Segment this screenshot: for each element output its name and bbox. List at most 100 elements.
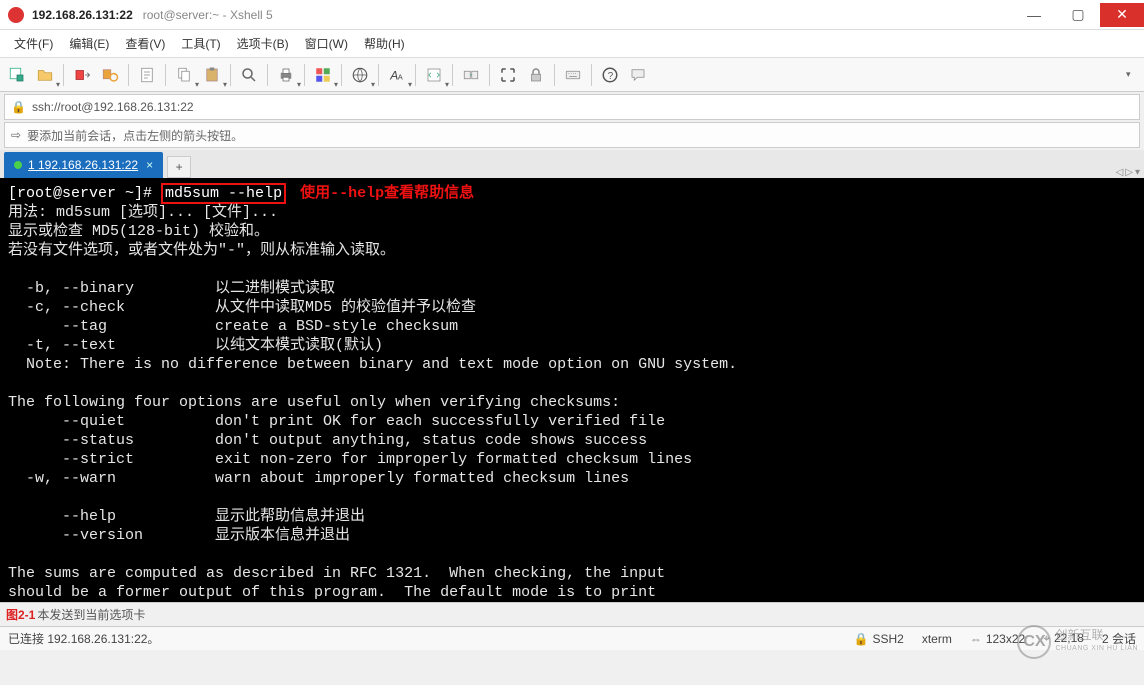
status-term: xterm: [922, 632, 952, 646]
term-line: -w, --warn warn about improperly formatt…: [8, 470, 629, 487]
toolbar: AA ? ▾: [0, 58, 1144, 92]
term-line: Note: There is no difference between bin…: [8, 356, 737, 373]
term-line: 显示或检查 MD5(128-bit) 校验和。: [8, 223, 269, 240]
address-text: ssh://root@192.168.26.131:22: [32, 100, 194, 114]
term-line: The sums are computed as described in RF…: [8, 565, 665, 582]
toolbar-separator: [554, 64, 555, 86]
toolbar-separator: [341, 64, 342, 86]
term-line: -t, --text 以纯文本模式读取(默认): [8, 337, 383, 354]
minimize-button[interactable]: —: [1012, 3, 1056, 27]
compose-bar[interactable]: 图2-1本发送到当前选项卡: [0, 602, 1144, 626]
session-tab[interactable]: 1 192.168.26.131:22 ×: [4, 152, 163, 178]
tab-next-icon[interactable]: ▷: [1125, 167, 1133, 178]
window-controls: — ▢ ✕: [1012, 3, 1144, 27]
toolbar-separator: [165, 64, 166, 86]
reconnect-icon[interactable]: [97, 62, 123, 88]
term-line: The following four options are useful on…: [8, 394, 620, 411]
toolbar-separator: [128, 64, 129, 86]
menu-edit[interactable]: 编辑(E): [61, 31, 117, 56]
title-bar: 192.168.26.131:22 root@server:~ - Xshell…: [0, 0, 1144, 30]
add-session-arrow-icon[interactable]: ⇨: [11, 128, 21, 142]
tab-list-icon[interactable]: ▾: [1135, 167, 1140, 178]
chat-icon[interactable]: [625, 62, 651, 88]
term-line: --version 显示版本信息并退出: [8, 527, 350, 544]
transfer-icon[interactable]: [458, 62, 484, 88]
command-highlight: md5sum --help: [161, 183, 286, 204]
toolbar-separator: [591, 64, 592, 86]
ssh-icon: 🔒: [854, 632, 869, 646]
script-icon[interactable]: [421, 62, 447, 88]
toolbar-separator: [267, 64, 268, 86]
menu-tools[interactable]: 工具(T): [173, 31, 228, 56]
toolbar-separator: [415, 64, 416, 86]
app-icon: [8, 7, 24, 23]
term-line: --strict exit non-zero for improperly fo…: [8, 451, 692, 468]
menu-help[interactable]: 帮助(H): [356, 31, 413, 56]
print-icon[interactable]: [273, 62, 299, 88]
menu-window[interactable]: 窗口(W): [297, 31, 356, 56]
watermark-logo-icon: CX: [1017, 625, 1051, 659]
color-scheme-icon[interactable]: [310, 62, 336, 88]
toolbar-separator: [378, 64, 379, 86]
term-line: 若没有文件选项，或者文件处为"-"，则从标准输入读取。: [8, 242, 395, 259]
compose-placeholder: 本发送到当前选项卡: [37, 606, 145, 623]
menu-tab[interactable]: 选项卡(B): [229, 31, 297, 56]
find-icon[interactable]: [236, 62, 262, 88]
open-session-icon[interactable]: [32, 62, 58, 88]
term-line: --status don't output anything, status c…: [8, 432, 647, 449]
status-connection: 已连接 192.168.26.131:22。: [8, 630, 159, 647]
tab-nav: ◁ ▷ ▾: [1116, 167, 1140, 178]
svg-text:?: ?: [608, 70, 614, 81]
info-bar: ⇨ 要添加当前会话，点击左侧的箭头按钮。: [4, 122, 1140, 148]
svg-text:A: A: [389, 68, 398, 82]
terminal[interactable]: [root@server ~]# md5sum --help 使用--help查看…: [0, 178, 1144, 602]
figure-label: 图2-1: [6, 606, 35, 623]
term-line: -c, --check 从文件中读取MD5 的校验值并予以检查: [8, 299, 476, 316]
toolbar-expand[interactable]: ▾: [1126, 69, 1140, 80]
watermark: CX 创新互联 CHUANG XIN HU LIAN: [1017, 625, 1138, 659]
paste-icon[interactable]: [199, 62, 225, 88]
menu-file[interactable]: 文件(F): [6, 31, 61, 56]
info-text: 要添加当前会话，点击左侧的箭头按钮。: [27, 127, 243, 144]
lock-small-icon: 🔒: [11, 100, 26, 114]
status-ssh: 🔒SSH2: [854, 632, 904, 646]
term-line: should be a former output of this progra…: [8, 584, 656, 601]
size-icon: ⇔: [970, 632, 982, 646]
close-button[interactable]: ✕: [1100, 3, 1144, 27]
new-tab-button[interactable]: +: [167, 156, 191, 178]
term-line: --quiet don't print OK for each successf…: [8, 413, 665, 430]
status-dot-icon: [14, 161, 22, 169]
maximize-button[interactable]: ▢: [1056, 3, 1100, 27]
title-caption: root@server:~ - Xshell 5: [143, 8, 273, 22]
toolbar-separator: [452, 64, 453, 86]
lock-icon[interactable]: [523, 62, 549, 88]
tab-prev-icon[interactable]: ◁: [1116, 167, 1124, 178]
title-host: 192.168.26.131:22: [32, 8, 133, 22]
toolbar-separator: [63, 64, 64, 86]
toolbar-separator: [489, 64, 490, 86]
term-line: 用法: md5sum [选项]... [文件]...: [8, 204, 278, 221]
watermark-text: 创新互联 CHUANG XIN HU LIAN: [1055, 628, 1138, 656]
svg-text:A: A: [398, 72, 403, 81]
keyboard-icon[interactable]: [560, 62, 586, 88]
term-line: --help 显示此帮助信息并退出: [8, 508, 365, 525]
prompt: [root@server ~]#: [8, 185, 152, 202]
term-line: --tag create a BSD-style checksum: [8, 318, 458, 335]
font-icon[interactable]: AA: [384, 62, 410, 88]
toolbar-separator: [304, 64, 305, 86]
properties-icon[interactable]: [134, 62, 160, 88]
tab-close-icon[interactable]: ×: [146, 158, 153, 172]
lang-icon[interactable]: [347, 62, 373, 88]
term-line: -b, --binary 以二进制模式读取: [8, 280, 335, 297]
disconnect-icon[interactable]: [69, 62, 95, 88]
tab-strip: 1 192.168.26.131:22 × + ◁ ▷ ▾: [0, 150, 1144, 178]
address-bar[interactable]: 🔒 ssh://root@192.168.26.131:22: [4, 94, 1140, 120]
help-icon[interactable]: ?: [597, 62, 623, 88]
tab-label: 1 192.168.26.131:22: [28, 158, 138, 172]
menu-view[interactable]: 查看(V): [117, 31, 173, 56]
copy-icon[interactable]: [171, 62, 197, 88]
annotation: 使用--help查看帮助信息: [300, 185, 474, 202]
status-bar: 已连接 192.168.26.131:22。 🔒SSH2 xterm ⇔123x…: [0, 626, 1144, 650]
new-session-icon[interactable]: [4, 62, 30, 88]
fullscreen-icon[interactable]: [495, 62, 521, 88]
